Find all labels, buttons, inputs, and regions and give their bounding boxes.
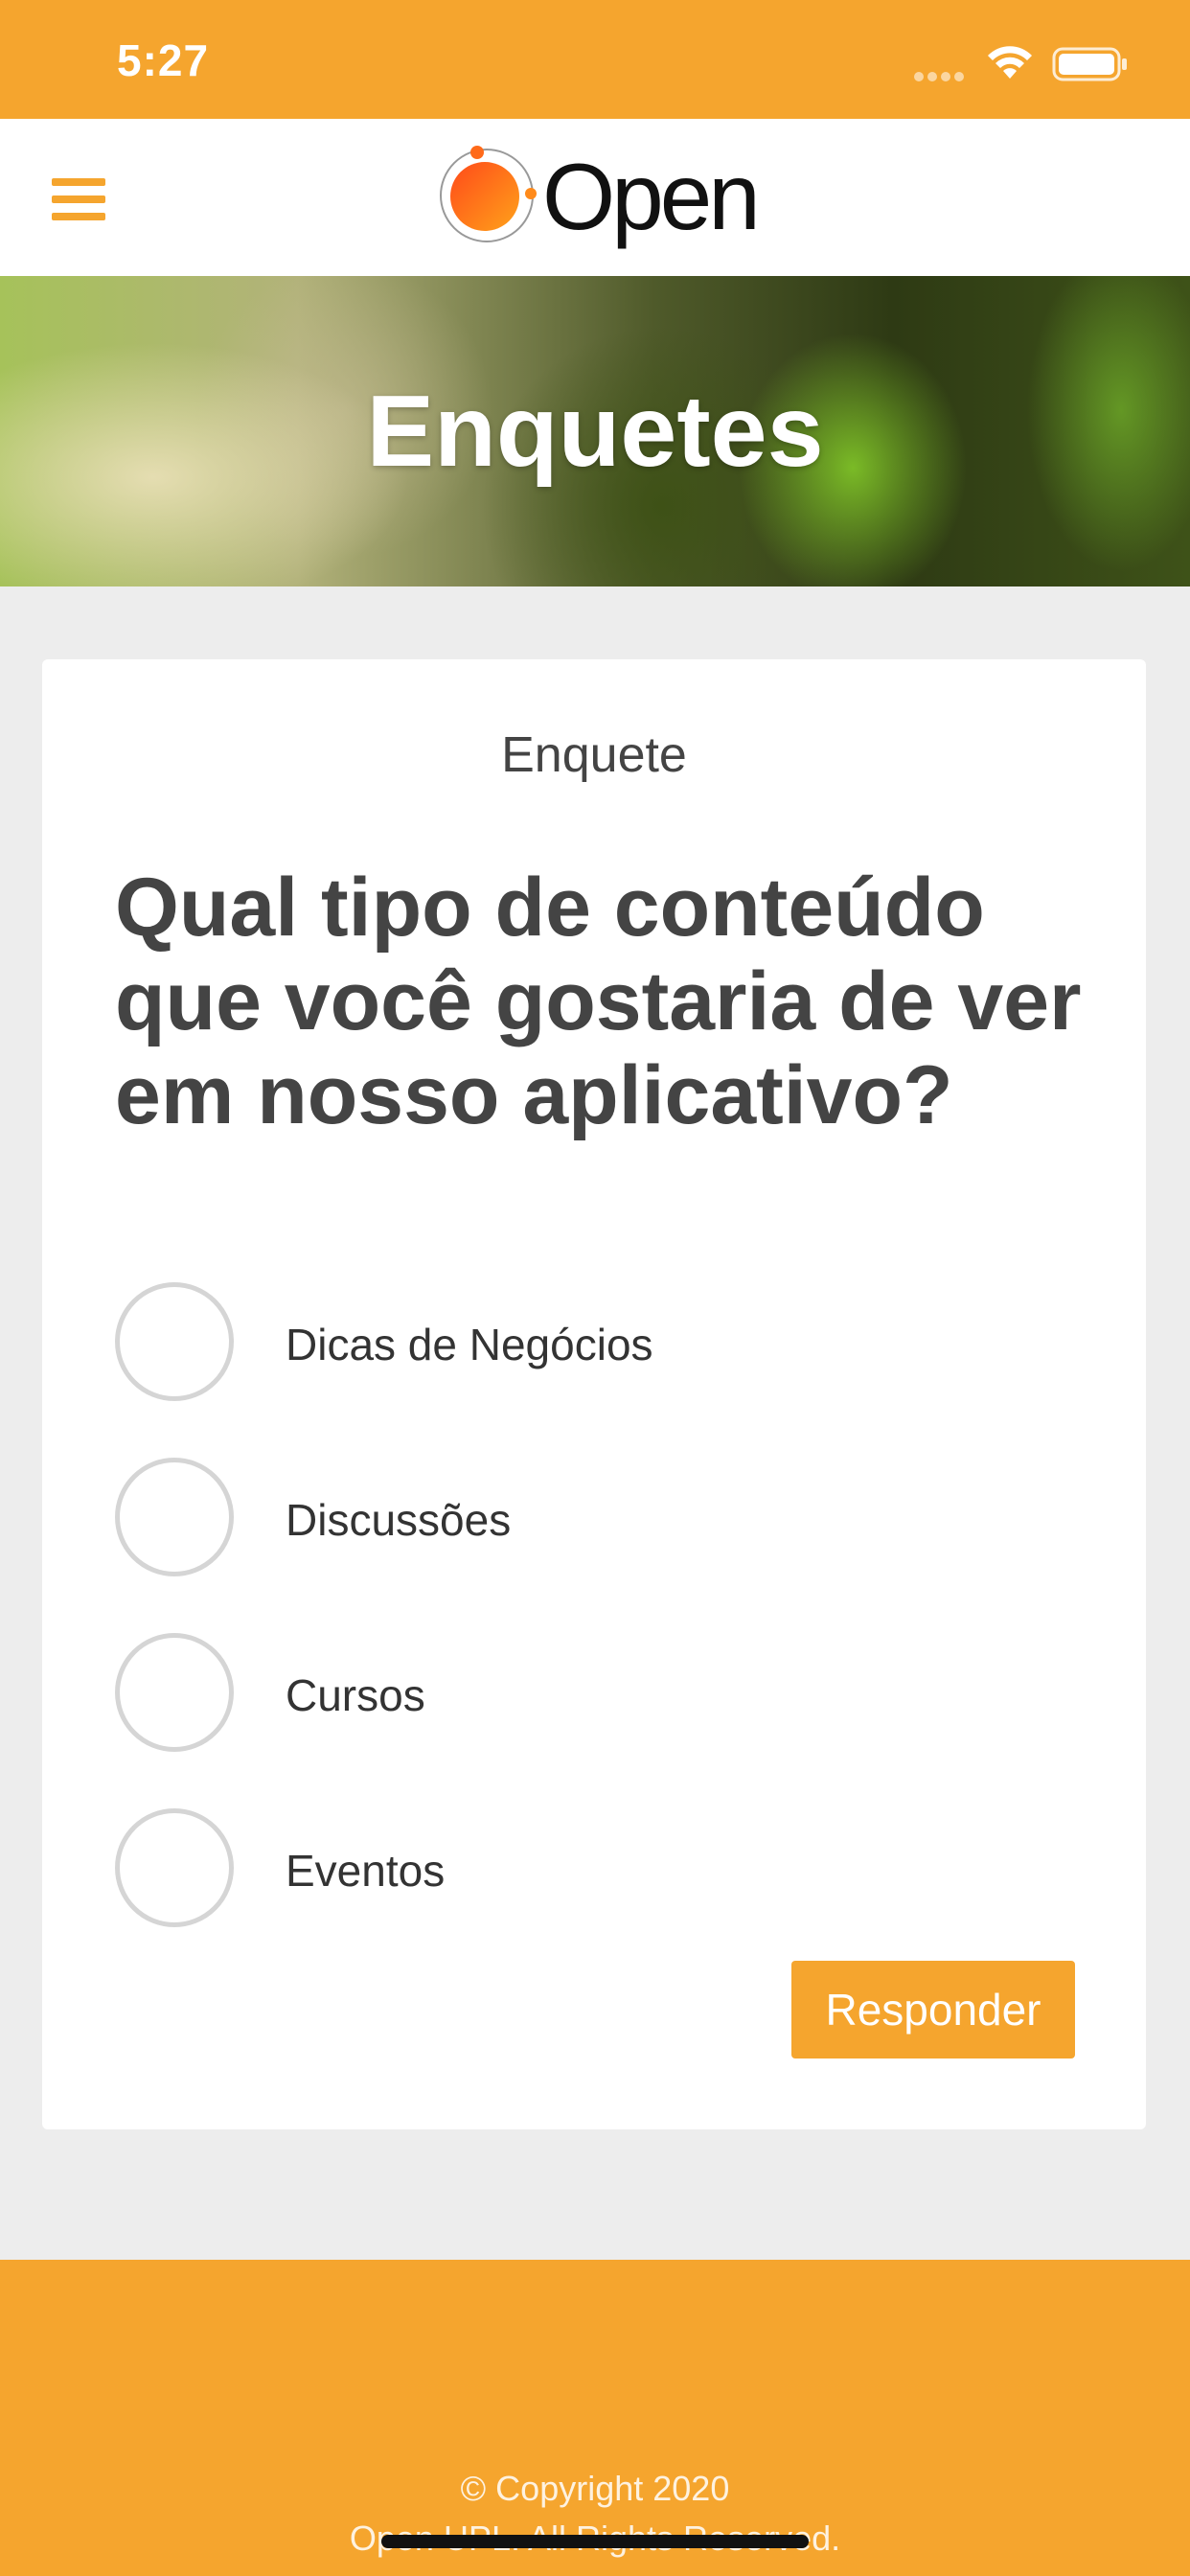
radio-button[interactable] (115, 1282, 234, 1401)
radio-button[interactable] (115, 1808, 234, 1927)
wifi-icon (988, 46, 1032, 79)
radio-button[interactable] (115, 1458, 234, 1576)
poll-label: Enquete (501, 727, 687, 783)
hero-banner: Enquetes (0, 276, 1190, 586)
page-title: Enquetes (366, 374, 824, 488)
hamburger-menu-icon[interactable] (52, 178, 105, 220)
radio-button[interactable] (115, 1633, 234, 1752)
battery-icon (1052, 47, 1127, 81)
navigation-bar: Open (0, 119, 1190, 276)
poll-option-cursos[interactable]: Cursos (115, 1633, 786, 1761)
footer-copyright: © Copyright 2020 (460, 2469, 730, 2508)
poll-card: Enquete Qual tipo de conteúdo que você g… (42, 659, 1146, 2129)
poll-option-eventos[interactable]: Eventos (115, 1808, 786, 1937)
logo-text: Open (542, 144, 761, 249)
home-indicator (381, 2535, 809, 2548)
poll-question: Qual tipo de conteúdo que você gostaria … (115, 862, 1082, 1141)
poll-option-label: Eventos (286, 1846, 446, 1896)
status-time: 5:27 (117, 35, 210, 85)
poll-option-label: Dicas de Negócios (286, 1320, 653, 1369)
poll-option-label: Discussões (286, 1495, 512, 1545)
submit-answer-button[interactable]: Responder (791, 1961, 1075, 2058)
status-bar: 5:27 (0, 0, 1190, 119)
footer: © Copyright 2020 Open UPL. All Rights Re… (0, 2260, 1190, 2576)
signal-icon (914, 69, 968, 81)
poll-option-dicas-de-negocios[interactable]: Dicas de Negócios (115, 1282, 786, 1411)
logo-icon (440, 146, 537, 242)
poll-option-label: Cursos (286, 1670, 425, 1720)
poll-option-discussoes[interactable]: Discussões (115, 1458, 786, 1586)
